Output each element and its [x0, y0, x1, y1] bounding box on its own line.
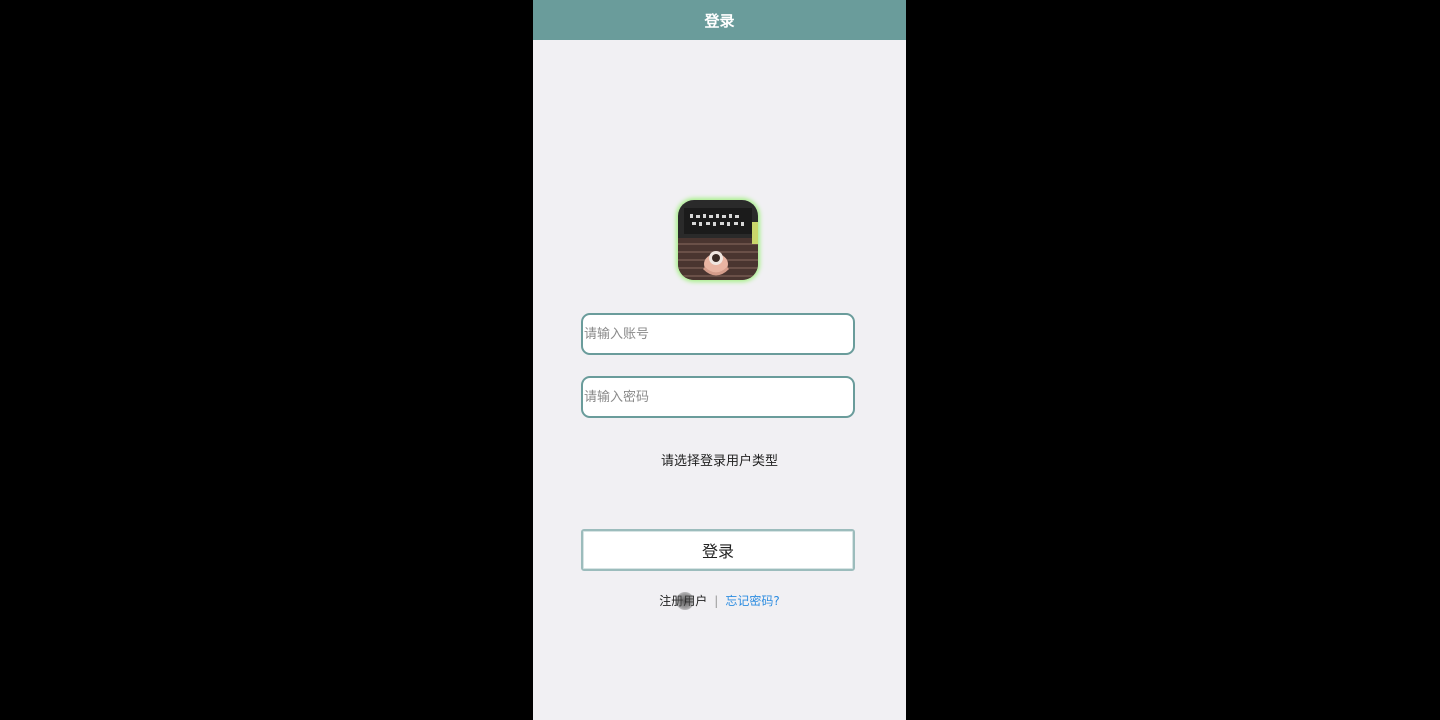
- register-link[interactable]: 注册用户: [659, 592, 707, 609]
- user-type-selector[interactable]: 请选择登录用户类型: [533, 450, 906, 469]
- auth-links: 注册用户 | 忘记密码?: [533, 592, 906, 609]
- password-field[interactable]: [581, 376, 855, 418]
- account-field[interactable]: [581, 313, 855, 355]
- forgot-password-link[interactable]: 忘记密码?: [725, 592, 779, 609]
- phone-frame: 登录 请输入账号 请选择登录用户类型 登录 注册用户 | 忘记密码?: [533, 0, 906, 720]
- app-avatar-image: [678, 200, 758, 280]
- password-input[interactable]: [583, 378, 853, 416]
- account-input[interactable]: [583, 315, 853, 353]
- link-separator: |: [714, 593, 719, 608]
- avatar-photo-icon: [678, 200, 758, 280]
- login-button[interactable]: 登录: [581, 529, 855, 571]
- top-nav-bar: 登录: [533, 0, 906, 40]
- page-title: 登录: [704, 11, 735, 30]
